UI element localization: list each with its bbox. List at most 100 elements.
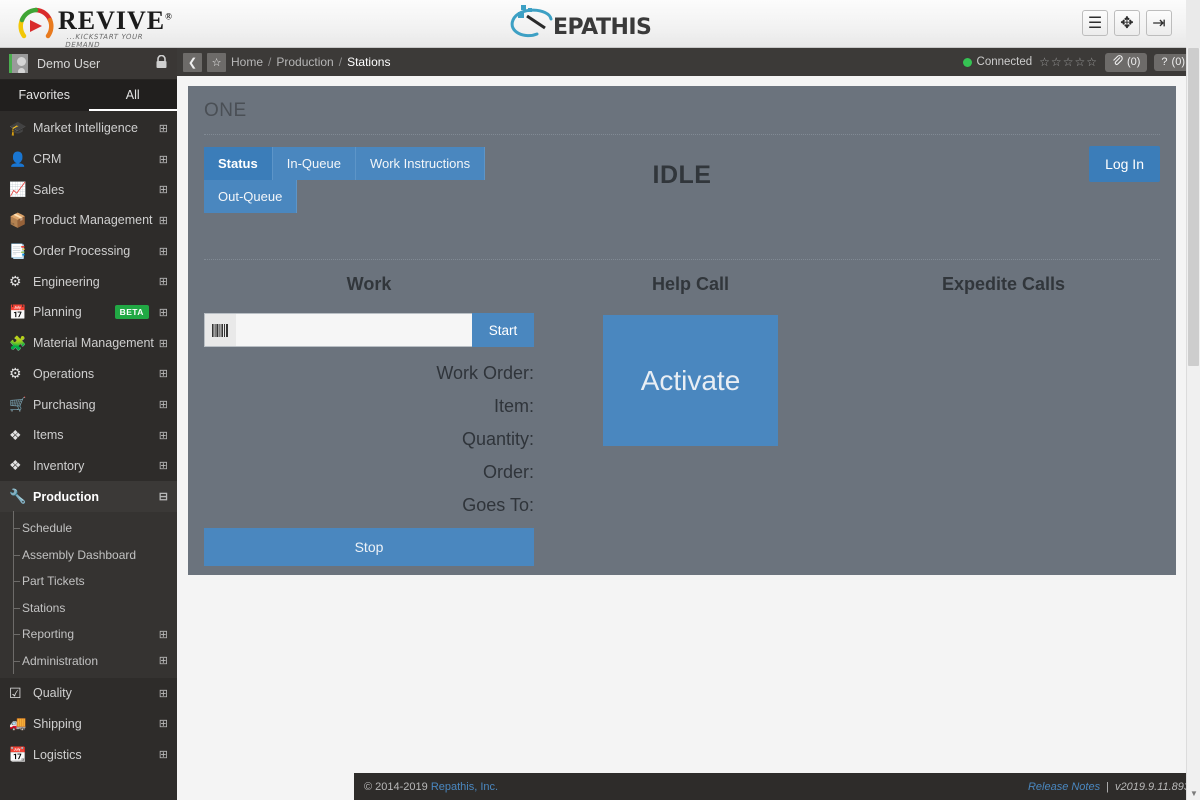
field-row: Order:: [204, 456, 534, 489]
status-badge: IDLE: [652, 160, 712, 189]
sidebar-item-label: Inventory: [33, 458, 85, 473]
revive-wordmark: REVIVE®: [58, 6, 173, 35]
footer-right: Release Notes | v2019.9.11.893: [1028, 781, 1190, 793]
back-icon[interactable]: ❮: [183, 52, 202, 72]
sidebar-item-logistics[interactable]: 📆 Logistics ⊞: [0, 739, 177, 770]
expand-icon[interactable]: ⊞: [159, 429, 168, 442]
start-button[interactable]: Start: [472, 313, 534, 347]
tab-status[interactable]: Status: [204, 147, 273, 180]
sidebar-item-quality[interactable]: ☑ Quality ⊞: [0, 678, 177, 709]
main-content: ❮ ☆ Home / Production / Stations Connect…: [177, 48, 1200, 800]
sidebar-item-planning[interactable]: 📅 Planning BETA ⊞: [0, 297, 177, 328]
tab-out-queue[interactable]: Out-Queue: [204, 180, 298, 213]
expand-icon[interactable]: ⊞: [159, 153, 168, 166]
field-row: Item:: [204, 390, 534, 423]
sidebar-item-administration[interactable]: Administration ⊞: [0, 643, 177, 674]
expand-icon[interactable]: ⊞: [159, 122, 168, 135]
expand-icon[interactable]: ⊞: [159, 459, 168, 472]
sidebar-item-label: Product Management: [33, 213, 153, 228]
sidebar-item-part-tickets[interactable]: Part Tickets: [0, 564, 177, 595]
expand-icon[interactable]: ⊞: [159, 717, 168, 730]
sidebar-item-stations[interactable]: Stations: [0, 590, 177, 621]
station-tabs: Status In-Queue Work Instructions Out-Qu…: [204, 147, 494, 213]
vertical-scrollbar[interactable]: ▼: [1186, 48, 1200, 800]
sidebar-item-order-processing[interactable]: 📑 Order Processing ⊞: [0, 236, 177, 267]
copyright-text: © 2014-2019: [364, 780, 428, 793]
fullscreen-icon[interactable]: ✥: [1114, 10, 1140, 36]
company-link[interactable]: Repathis, Inc.: [431, 781, 498, 793]
sidebar-item-label: Quality: [33, 686, 72, 701]
tab-work-instructions[interactable]: Work Instructions: [355, 147, 486, 180]
tab-favorites[interactable]: Favorites: [0, 80, 89, 111]
user-row[interactable]: Demo User: [0, 48, 177, 80]
expand-icon[interactable]: ⊞: [159, 398, 168, 411]
sidebar-item-material-management[interactable]: 🧩 Material Management ⊞: [0, 328, 177, 359]
scrollbar-thumb[interactable]: [1188, 48, 1199, 366]
stop-button[interactable]: Stop: [204, 528, 534, 566]
help-call-column: Help Call Activate: [534, 274, 847, 566]
connection-status: Connected: [962, 56, 1033, 68]
breadcrumb-bar: ❮ ☆ Home / Production / Stations Connect…: [177, 48, 1200, 76]
sidebar-item-engineering[interactable]: ⚙ Engineering ⊞: [0, 266, 177, 297]
star-icon[interactable]: ☆: [207, 52, 226, 72]
sidebar-item-assembly-dashboard[interactable]: Assembly Dashboard: [0, 537, 177, 568]
menu-icon[interactable]: ☰: [1082, 10, 1108, 36]
breadcrumb-actions: Connected ☆☆☆☆☆ (0) ? (0): [962, 52, 1192, 72]
release-notes-link[interactable]: Release Notes: [1028, 781, 1100, 793]
cubes-icon: ❖: [9, 426, 22, 443]
expand-icon[interactable]: ⊞: [159, 748, 168, 761]
sidebar-item-market-intelligence[interactable]: 🎓 Market Intelligence ⊞: [0, 113, 177, 144]
lock-icon[interactable]: [155, 54, 168, 72]
breadcrumb-separator: /: [338, 55, 343, 69]
expand-icon[interactable]: ⊞: [159, 306, 168, 319]
truck-icon: 🚚: [9, 715, 27, 732]
breadcrumb-production[interactable]: Production: [276, 55, 333, 69]
attachments-button[interactable]: (0): [1104, 52, 1148, 72]
sidebar-item-operations[interactable]: ⚙ Operations ⊞: [0, 359, 177, 390]
field-label: Quantity:: [461, 429, 534, 449]
sidebar-item-inventory[interactable]: ❖ Inventory ⊞: [0, 451, 177, 482]
sidebar-item-label: Engineering: [33, 274, 100, 289]
revive-logo: REVIVE® ...KICKSTART YOUR DEMAND: [14, 4, 174, 49]
expand-icon[interactable]: ⊞: [159, 214, 168, 227]
expand-icon[interactable]: ⊞: [159, 687, 168, 700]
sidebar-item-crm[interactable]: 👤 CRM ⊞: [0, 144, 177, 175]
breadcrumb-home[interactable]: Home: [231, 55, 263, 69]
connection-label: Connected: [976, 56, 1033, 68]
field-label: Work Order:: [436, 363, 534, 383]
expand-icon[interactable]: ⊞: [159, 628, 168, 641]
sidebar-subitem-label: Schedule: [22, 521, 73, 536]
collapse-icon[interactable]: ⊟: [159, 490, 168, 503]
scroll-down-icon[interactable]: ▼: [1187, 786, 1200, 800]
expand-icon[interactable]: ⊞: [159, 367, 168, 380]
rating-stars[interactable]: ☆☆☆☆☆: [1039, 55, 1098, 69]
logout-icon[interactable]: ⇥: [1146, 10, 1172, 36]
expand-icon[interactable]: ⊞: [159, 275, 168, 288]
sidebar-item-purchasing[interactable]: 🛒 Purchasing ⊞: [0, 389, 177, 420]
gears-icon: ⚙: [9, 365, 22, 382]
activate-button[interactable]: Activate: [603, 315, 778, 446]
log-in-button[interactable]: Log In: [1089, 146, 1160, 182]
expand-icon[interactable]: ⊞: [159, 337, 168, 350]
sidebar-item-schedule[interactable]: Schedule: [0, 511, 177, 542]
breadcrumb-separator: /: [268, 55, 272, 69]
sidebar-item-label: Sales: [33, 182, 65, 197]
chart-line-icon: 📈: [9, 181, 27, 198]
sidebar-item-sales[interactable]: 📈 Sales ⊞: [0, 174, 177, 205]
breadcrumb: Home / Production / Stations: [231, 55, 390, 69]
sidebar-item-shipping[interactable]: 🚚 Shipping ⊞: [0, 709, 177, 740]
tab-all[interactable]: All: [88, 80, 177, 111]
repathis-wordmark: EPATHIS: [553, 15, 652, 40]
sidebar-menu: 🎓 Market Intelligence ⊞ 👤 CRM ⊞ 📈 Sales …: [0, 111, 177, 770]
tab-in-queue[interactable]: In-Queue: [272, 147, 356, 180]
sidebar-item-product-management[interactable]: 📦 Product Management ⊞: [0, 205, 177, 236]
expand-icon[interactable]: ⊞: [159, 245, 168, 258]
expand-icon[interactable]: ⊞: [159, 183, 168, 196]
sidebar-item-production[interactable]: 🔧 Production ⊟: [0, 481, 177, 512]
work-column-heading: Work: [346, 274, 392, 294]
sidebar-item-items[interactable]: ❖ Items ⊞: [0, 420, 177, 451]
expand-icon[interactable]: ⊞: [159, 654, 168, 667]
scan-input[interactable]: [236, 313, 472, 347]
production-submenu: Schedule Assembly Dashboard Part Tickets…: [0, 511, 177, 678]
sidebar-item-reporting[interactable]: Reporting ⊞: [0, 617, 177, 648]
